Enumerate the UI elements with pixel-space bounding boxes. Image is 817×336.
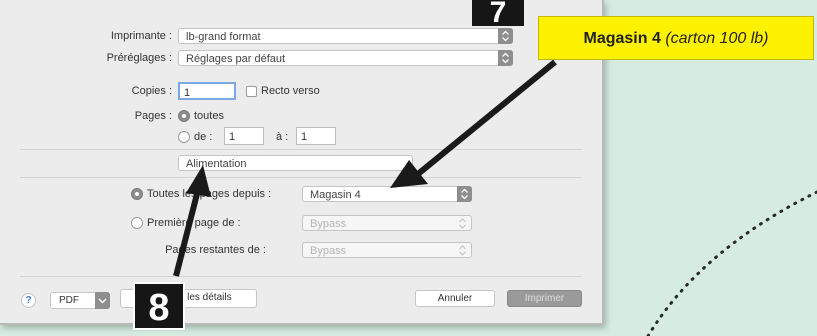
callout-bold-text: Magasin 4 — [583, 30, 661, 47]
step-7-marker: 7 — [472, 0, 524, 26]
callout-italic-text: (carton 100 lb) — [665, 30, 769, 47]
tray-callout: Magasin 4 (carton 100 lb) — [538, 16, 814, 60]
arrow-to-section-popup — [173, 189, 201, 277]
arrow-to-feed-popup — [416, 59, 557, 177]
step-8-marker: 8 — [133, 282, 185, 330]
arrowhead-icon — [186, 165, 211, 197]
